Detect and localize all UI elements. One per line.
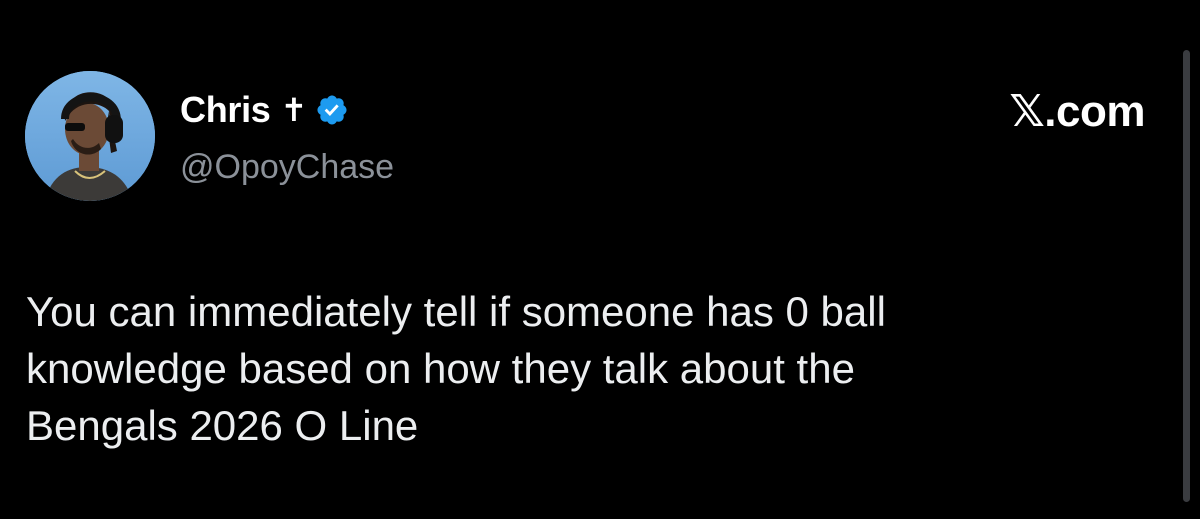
author-name-row: Chris ✝ (180, 88, 349, 132)
scrollbar[interactable] (1183, 50, 1190, 502)
name-emoji: ✝ (280, 92, 308, 128)
author-handle[interactable]: @OpoyChase (180, 145, 394, 189)
tweet-text: You can immediately tell if someone has … (26, 288, 886, 449)
profile-photo-icon (25, 71, 155, 201)
tweet-card: Chris ✝ @OpoyChase 𝕏.com You can immedia… (0, 0, 1200, 519)
verified-badge-icon (317, 95, 347, 125)
display-name[interactable]: Chris (180, 88, 271, 132)
x-com-logo: 𝕏.com (1009, 87, 1145, 136)
avatar[interactable] (25, 71, 155, 201)
